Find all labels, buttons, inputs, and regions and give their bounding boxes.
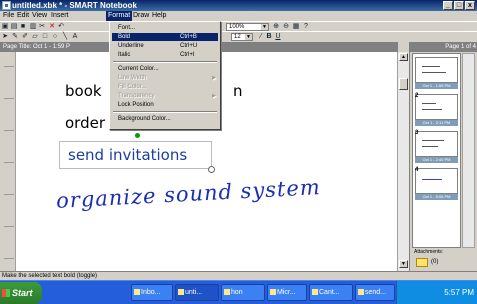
menu-help[interactable]: Help bbox=[150, 11, 168, 21]
start-button[interactable]: Start bbox=[0, 282, 42, 304]
menu-bar: File Edit View Insert Format Draw Help bbox=[0, 11, 477, 21]
delete-icon[interactable]: ✕ bbox=[48, 23, 56, 31]
menu-item-line-width: Line Width ▶ bbox=[118, 75, 216, 81]
thumbnail-list: Oct 1 - 1:59 PM 2 Oct 1 - 2:11 PM 3 Oct … bbox=[412, 53, 461, 248]
text-send-invitations-selected[interactable]: send invitations bbox=[59, 141, 212, 169]
task-send[interactable]: send... bbox=[355, 284, 395, 301]
menu-separator bbox=[113, 61, 217, 63]
menu-format[interactable]: Format bbox=[106, 11, 133, 21]
menu-edit[interactable]: Edit bbox=[15, 11, 31, 21]
zoom-in-icon[interactable]: ⊕ bbox=[272, 23, 280, 31]
print-icon[interactable]: ▥ bbox=[29, 23, 37, 31]
gutter-line bbox=[4, 226, 14, 227]
text-icon[interactable]: A bbox=[71, 33, 79, 41]
standard-toolbar: ▣ ▤ ■ ▥ ✂ ✕ ↶ 100% ▼ ⊕ ⊖ ▦ ? bbox=[0, 21, 477, 31]
menu-separator bbox=[113, 111, 217, 113]
menu-draw[interactable]: Draw bbox=[131, 11, 151, 21]
font-size-combo[interactable]: 12 ▼ bbox=[231, 33, 253, 41]
system-tray: 5:57 PM bbox=[396, 281, 477, 304]
screen-icon[interactable]: ▦ bbox=[292, 23, 300, 31]
undo-icon[interactable]: ↶ bbox=[57, 23, 65, 31]
format-menu: Font... Bold Ctrl+B Underline Ctrl+U Itali… bbox=[109, 21, 221, 130]
close-button[interactable]: x bbox=[465, 1, 475, 10]
underline-icon[interactable]: U bbox=[274, 33, 282, 41]
task-hon[interactable]: hon bbox=[221, 284, 265, 301]
attachments-label: Attachments: bbox=[414, 249, 444, 255]
bold-icon[interactable]: B bbox=[265, 33, 273, 41]
taskbar: Start Inbo... unti... hon Micr... Cant..… bbox=[0, 280, 477, 304]
start-flag-icon bbox=[2, 289, 10, 297]
color-pen-icon[interactable]: ⁄ bbox=[257, 33, 265, 41]
task-microsoft[interactable]: Micr... bbox=[267, 284, 307, 301]
text-book[interactable]: book bbox=[65, 82, 102, 100]
task-inbox[interactable]: Inbo... bbox=[131, 284, 173, 301]
resize-handle[interactable] bbox=[208, 166, 215, 173]
maximize-button[interactable]: □ bbox=[454, 1, 464, 10]
scroll-thumb[interactable] bbox=[399, 78, 408, 90]
gutter-line bbox=[4, 66, 14, 67]
select-icon[interactable]: ➤ bbox=[1, 33, 9, 41]
zoom-combo[interactable]: 100% ▼ bbox=[226, 23, 269, 31]
eraser-icon[interactable]: ▱ bbox=[31, 33, 39, 41]
menu-item-fill-color: Fill Color... bbox=[118, 84, 147, 90]
save-icon[interactable]: ■ bbox=[19, 23, 27, 31]
title-bar: untitled.xbk * - SMART Notebook _ □ x bbox=[0, 0, 477, 11]
menu-item-transparency: Transparency ▶ bbox=[118, 93, 216, 99]
rectangle-icon[interactable]: □ bbox=[41, 33, 49, 41]
task-untitled[interactable]: unti... bbox=[175, 284, 219, 301]
cut-icon[interactable]: ✂ bbox=[38, 23, 46, 31]
drawing-toolbar: ➤ ✎ ✐ ▱ □ ○ ╲ A 12 ▼ ⁄ B U bbox=[0, 31, 477, 41]
attachments-count: (0) bbox=[431, 259, 439, 265]
clock: 5:57 PM bbox=[444, 288, 474, 297]
menu-insert[interactable]: Insert bbox=[49, 11, 71, 21]
highlighter-icon[interactable]: ✐ bbox=[21, 33, 29, 41]
menu-view[interactable]: View bbox=[30, 11, 49, 21]
shape-icon[interactable]: ○ bbox=[51, 33, 59, 41]
menu-file[interactable]: File bbox=[1, 11, 16, 21]
menu-item-bold[interactable]: Bold Ctrl+B bbox=[112, 33, 218, 41]
gutter-line bbox=[4, 194, 14, 195]
left-gutter bbox=[0, 52, 15, 271]
rotate-handle[interactable] bbox=[135, 133, 140, 138]
gutter-line bbox=[4, 130, 14, 131]
menu-item-font[interactable]: Font... bbox=[112, 24, 218, 32]
canvas-scrollbar[interactable]: ▲ ▼ bbox=[397, 52, 409, 271]
menu-item-lock-position[interactable]: Lock Position bbox=[112, 101, 218, 109]
help-icon[interactable]: ? bbox=[302, 23, 310, 31]
scroll-up-icon[interactable]: ▲ bbox=[399, 53, 408, 61]
attachments-panel[interactable]: Attachments: (0) bbox=[412, 249, 475, 269]
pen-icon[interactable]: ✎ bbox=[11, 33, 19, 41]
line-icon[interactable]: ╲ bbox=[61, 33, 69, 41]
gutter-line bbox=[4, 98, 14, 99]
gutter-line bbox=[4, 162, 14, 163]
menu-item-background-color[interactable]: Background Color... bbox=[112, 115, 218, 123]
open-icon[interactable]: ▤ bbox=[10, 23, 18, 31]
gutter-line bbox=[4, 258, 14, 259]
task-cant[interactable]: Cant... bbox=[309, 284, 353, 301]
window-title: untitled.xbk * - SMART Notebook bbox=[12, 1, 137, 10]
scroll-down-icon[interactable]: ▼ bbox=[399, 260, 408, 268]
zoom-out-icon[interactable]: ⊖ bbox=[282, 23, 290, 31]
thumbnail-scrollbar[interactable] bbox=[462, 53, 475, 248]
new-icon[interactable]: ▣ bbox=[1, 23, 9, 31]
menu-item-underline[interactable]: Underline Ctrl+U bbox=[112, 42, 218, 50]
page-sorter-panel: Page 1 of 4 Oct 1 - 1:59 PM 2 Oct 1 - 2:… bbox=[409, 42, 477, 271]
app-icon bbox=[2, 1, 11, 10]
page-counter: Page 1 of 4 bbox=[410, 42, 477, 52]
status-bar: Make the selected text bold (toggle) bbox=[0, 271, 477, 280]
folder-icon[interactable] bbox=[416, 258, 428, 267]
minimize-button[interactable]: _ bbox=[443, 1, 453, 10]
menu-item-italic[interactable]: Italic Ctrl+I bbox=[112, 51, 218, 59]
menu-item-current-color[interactable]: Current Color... bbox=[112, 65, 218, 73]
text-book-end[interactable]: n bbox=[233, 82, 243, 100]
handwriting-organize-sound-system[interactable]: organize sound system bbox=[56, 175, 322, 213]
